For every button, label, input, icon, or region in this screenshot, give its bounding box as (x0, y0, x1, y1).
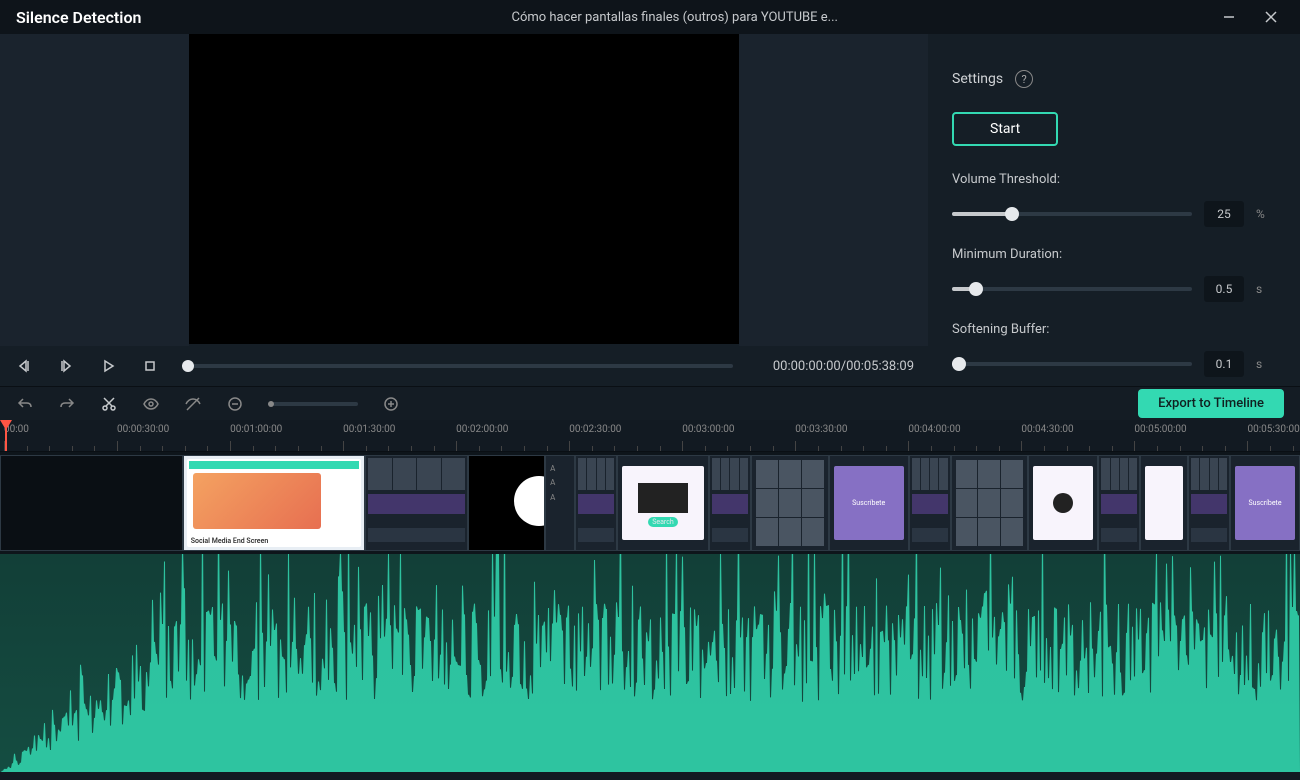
zoom-slider[interactable] (268, 402, 358, 406)
project-title: Cómo hacer pantallas finales (outros) pa… (141, 10, 1208, 25)
settings-heading: Settings (952, 71, 1003, 87)
ruler-label: 00:04:30:00 (1021, 424, 1073, 435)
timeline-clip[interactable] (468, 455, 545, 551)
titlebar: Silence Detection Cómo hacer pantallas f… (0, 0, 1300, 34)
volume-threshold-value[interactable]: 25 (1204, 201, 1244, 227)
start-button[interactable]: Start (952, 112, 1058, 146)
timeline-clip[interactable] (751, 455, 829, 551)
softening-buffer-unit: s (1256, 357, 1270, 371)
timeline-clip[interactable] (1098, 455, 1140, 551)
timeline: 00:0000:00:30:0000:01:00:0000:01:30:0000… (0, 420, 1300, 772)
minimum-duration-group: Minimum Duration: 0.5 s (952, 247, 1270, 302)
timeline-clip[interactable]: AAA (545, 455, 575, 551)
timeline-clip[interactable] (1028, 455, 1098, 551)
ruler-label: 00:01:00:00 (230, 424, 282, 435)
softening-buffer-group: Softening Buffer: 0.1 s (952, 322, 1270, 377)
minimum-duration-unit: s (1256, 282, 1270, 296)
redo-button[interactable] (58, 395, 76, 413)
timeline-clip[interactable]: Suscríbete (1230, 455, 1300, 551)
preview-pane: 00:00:00:00/00:05:38:09 (0, 34, 928, 386)
zoom-in-button[interactable] (382, 395, 400, 413)
ruler-label: 00:05:30:00 (1247, 424, 1299, 435)
timeline-clip[interactable] (1140, 455, 1188, 551)
hide-button[interactable] (184, 395, 202, 413)
audio-waveform[interactable] (0, 554, 1300, 772)
minimize-button[interactable] (1208, 3, 1250, 31)
export-to-timeline-button[interactable]: Export to Timeline (1138, 389, 1284, 418)
ruler-label: 00:03:00:00 (682, 424, 734, 435)
timeline-clip[interactable] (951, 455, 1029, 551)
volume-threshold-unit: % (1256, 207, 1270, 221)
timeline-clip[interactable] (909, 455, 951, 551)
zoom-out-button[interactable] (226, 395, 244, 413)
next-frame-button[interactable] (56, 356, 76, 376)
video-track[interactable]: Social Media End Screen AAA Search Suscríbe… (0, 452, 1300, 554)
ruler-label: 00:00:30:00 (117, 424, 169, 435)
softening-buffer-label: Softening Buffer: (952, 322, 1270, 337)
playhead[interactable] (5, 420, 7, 452)
prev-frame-button[interactable] (14, 356, 34, 376)
timeline-clip[interactable] (1188, 455, 1230, 551)
playbar: 00:00:00:00/00:05:38:09 (0, 346, 928, 386)
preview-canvas[interactable] (189, 34, 739, 344)
ruler-label: 00:04:00:00 (908, 424, 960, 435)
timeline-clip[interactable] (709, 455, 751, 551)
preview-letterbox-right (739, 34, 928, 346)
softening-buffer-value[interactable]: 0.1 (1204, 351, 1244, 377)
close-button[interactable] (1250, 3, 1292, 31)
stop-button[interactable] (140, 356, 160, 376)
timeline-clip[interactable] (0, 455, 183, 551)
settings-panel: Settings ? Start Volume Threshold: 25 % … (928, 34, 1300, 386)
minimum-duration-label: Minimum Duration: (952, 247, 1270, 262)
app-title: Silence Detection (8, 8, 141, 27)
preview-letterbox-left (0, 34, 189, 346)
cut-button[interactable] (100, 395, 118, 413)
ruler-label: 00:05:00:00 (1134, 424, 1186, 435)
minimum-duration-value[interactable]: 0.5 (1204, 276, 1244, 302)
softening-buffer-slider[interactable] (952, 354, 1192, 374)
ruler-label: 00:02:30:00 (569, 424, 621, 435)
visibility-button[interactable] (142, 395, 160, 413)
volume-threshold-group: Volume Threshold: 25 % (952, 172, 1270, 227)
help-icon[interactable]: ? (1015, 70, 1033, 88)
time-ruler[interactable]: 00:0000:00:30:0000:01:00:0000:01:30:0000… (0, 420, 1300, 452)
timeline-clip[interactable]: Social Media End Screen (183, 455, 366, 551)
timeline-clip[interactable]: Suscríbete (829, 455, 909, 551)
volume-threshold-label: Volume Threshold: (952, 172, 1270, 187)
timeline-clip[interactable] (575, 455, 617, 551)
timeline-clip[interactable] (365, 455, 468, 551)
ruler-label: 00:01:30:00 (343, 424, 395, 435)
play-scrubber[interactable] (182, 356, 733, 376)
play-button[interactable] (98, 356, 118, 376)
minimum-duration-slider[interactable] (952, 279, 1192, 299)
timeline-clip[interactable]: Search (617, 455, 709, 551)
timeline-toolbar: Export to Timeline (0, 386, 1300, 420)
ruler-label: 00:02:00:00 (456, 424, 508, 435)
timecode-display: 00:00:00:00/00:05:38:09 (773, 359, 914, 374)
volume-threshold-slider[interactable] (952, 204, 1192, 224)
ruler-label: 00:03:30:00 (795, 424, 847, 435)
undo-button[interactable] (16, 395, 34, 413)
